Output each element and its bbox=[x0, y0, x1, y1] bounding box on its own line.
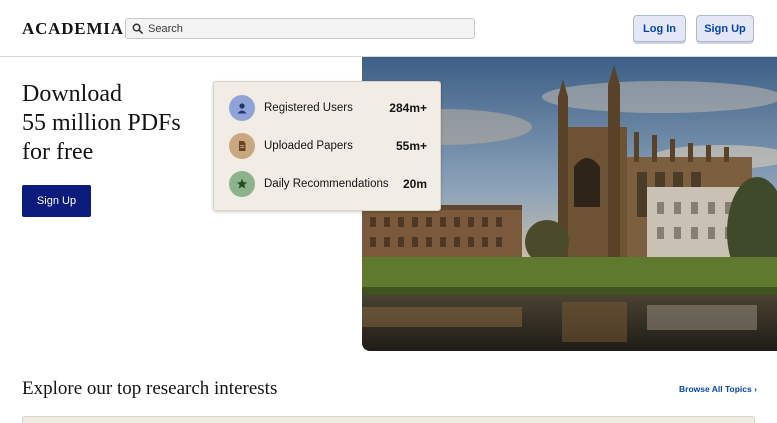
stat-label: Uploaded Papers bbox=[264, 140, 353, 152]
login-button[interactable]: Log In bbox=[633, 15, 686, 42]
hero-headline: Download 55 million PDFs for free bbox=[22, 80, 181, 167]
stat-daily-recommendations: Daily Recommendations 20m bbox=[229, 171, 427, 197]
academia-logo[interactable]: ACADEMIA bbox=[22, 19, 124, 39]
headline-line-1: Download bbox=[22, 81, 122, 107]
topics-panel-top bbox=[22, 416, 755, 423]
explore-heading: Explore our top research interests bbox=[22, 378, 278, 399]
hero-signup-button[interactable]: Sign Up bbox=[22, 185, 91, 217]
headline-line-3: for free bbox=[22, 139, 94, 165]
browse-all-topics-link[interactable]: Browse All Topics › bbox=[679, 384, 757, 394]
top-navbar: ACADEMIA Log In Sign Up bbox=[0, 0, 777, 57]
stat-value: 55m+ bbox=[395, 139, 427, 153]
search-box[interactable] bbox=[125, 18, 475, 39]
stat-registered-users: Registered Users 284m+ bbox=[229, 95, 427, 121]
stat-value: 20m bbox=[402, 177, 427, 191]
stats-card: Registered Users 284m+ Uploaded Papers 5… bbox=[213, 81, 441, 211]
user-icon bbox=[229, 95, 255, 121]
stat-label: Daily Recommendations bbox=[264, 178, 389, 190]
document-icon bbox=[229, 133, 255, 159]
headline-line-2: 55 million PDFs bbox=[22, 110, 181, 136]
search-input[interactable] bbox=[148, 22, 448, 35]
stat-value: 284m+ bbox=[389, 101, 427, 115]
stat-uploaded-papers: Uploaded Papers 55m+ bbox=[229, 133, 427, 159]
stat-label: Registered Users bbox=[264, 102, 353, 114]
search-icon bbox=[132, 23, 143, 34]
star-icon bbox=[229, 171, 255, 197]
header-signup-button[interactable]: Sign Up bbox=[696, 15, 754, 42]
